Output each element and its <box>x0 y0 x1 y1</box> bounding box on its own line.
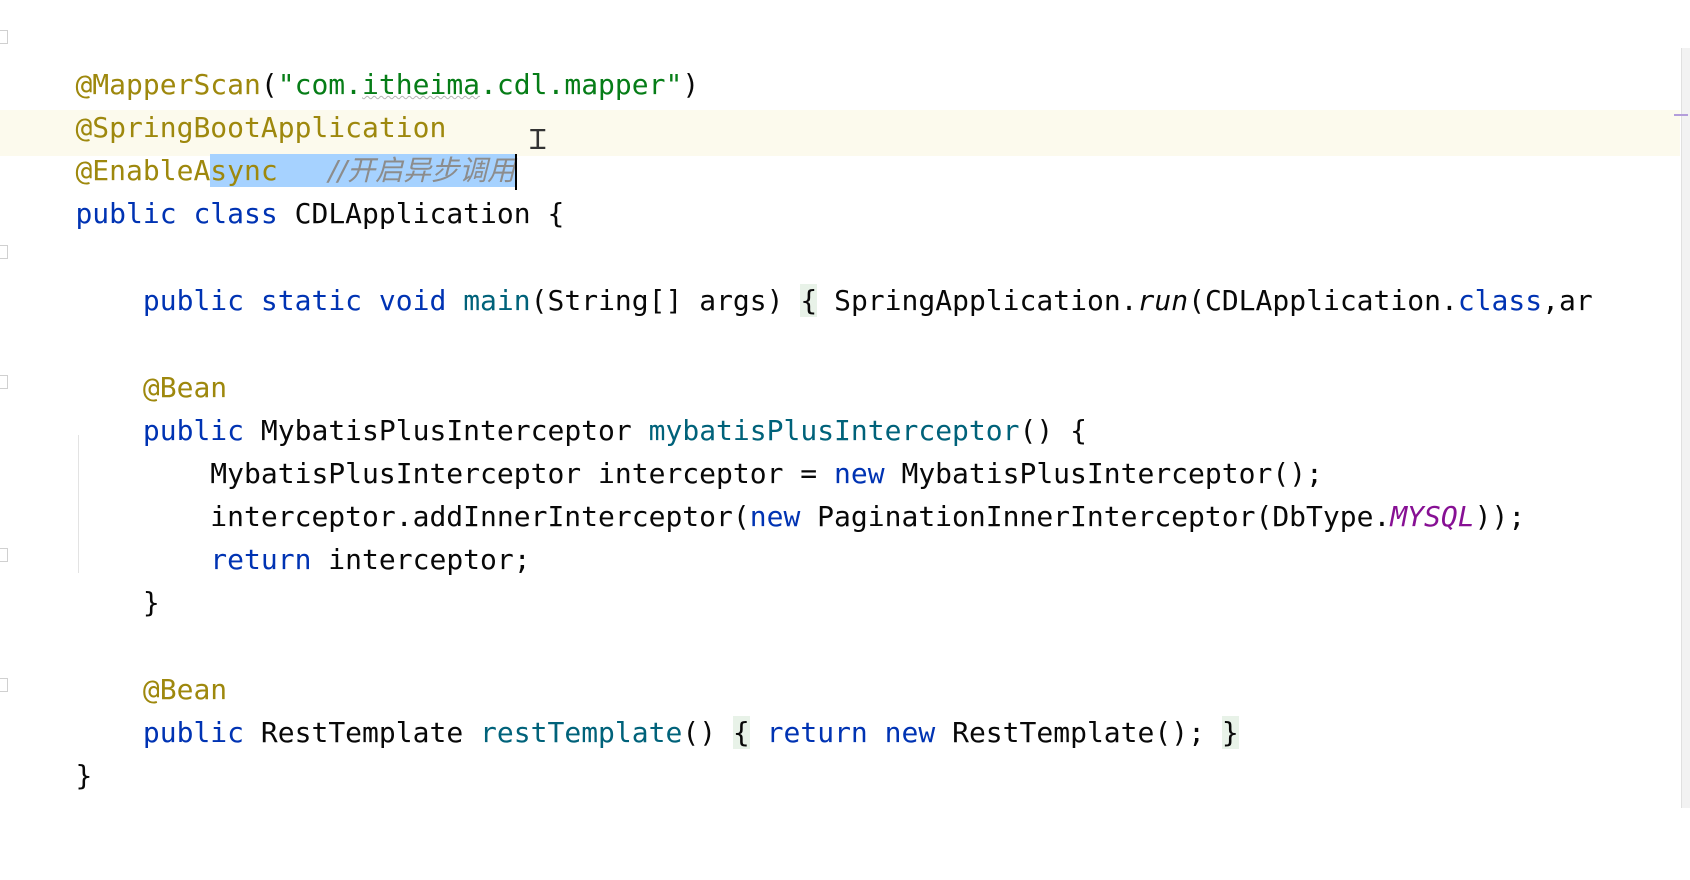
statement-text-end: )); <box>1474 500 1526 533</box>
vertical-scrollbar[interactable] <box>1681 48 1690 808</box>
keyword-static: static <box>260 284 363 317</box>
brace-close: } <box>142 586 160 619</box>
string-literal-end: .cdl.mapper" <box>480 68 683 101</box>
method-resttemplate: restTemplate <box>480 716 683 749</box>
fold-marker-icon[interactable] <box>0 245 8 259</box>
class-name: CDLApplication <box>294 197 531 230</box>
keyword-class: class <box>193 197 278 230</box>
code-line-10[interactable]: return interceptor; <box>8 491 530 576</box>
code-line-11[interactable]: } <box>8 534 160 619</box>
fold-marker-icon[interactable] <box>0 375 8 389</box>
return-type: RestTemplate <box>244 716 481 749</box>
call-prefix: SpringApplication. <box>834 284 1138 317</box>
fold-marker-icon[interactable] <box>0 548 8 562</box>
brace-close: } <box>75 759 93 792</box>
fold-marker-icon[interactable] <box>0 30 8 44</box>
scrollbar-caret-marker <box>1674 114 1688 116</box>
code-line-2[interactable]: @SpringBootApplication <box>8 59 446 144</box>
brace-open: { <box>547 197 565 230</box>
keyword-new: new <box>749 500 801 533</box>
code-line-13[interactable]: public RestTemplate restTemplate() { ret… <box>8 664 1239 749</box>
return-value: interceptor; <box>311 543 531 576</box>
main-params: (String[] args) <box>530 284 784 317</box>
code-line-1[interactable]: @MapperScan("com.itheima.cdl.mapper") <box>8 16 699 101</box>
keyword-public: public <box>142 284 245 317</box>
call-method-run: run <box>1137 284 1189 317</box>
method-parens: () <box>682 716 733 749</box>
call-rest: ,ar <box>1542 284 1593 317</box>
keyword-public: public <box>142 716 245 749</box>
code-line-4[interactable]: public class CDLApplication { <box>8 145 564 230</box>
code-line-12[interactable]: @Bean <box>8 621 227 706</box>
keyword-class: class <box>1457 284 1543 317</box>
code-line-9[interactable]: interceptor.addInnerInterceptor(new Pagi… <box>8 448 1525 533</box>
keyword-new: new <box>884 716 936 749</box>
folded-brace[interactable]: { <box>800 284 818 317</box>
method-main: main <box>463 284 531 317</box>
statement-text: RestTemplate(); <box>935 716 1222 749</box>
paren-close: ) <box>682 68 700 101</box>
code-line-5[interactable]: public static void main(String[] args) {… <box>8 232 1593 317</box>
code-line-14[interactable]: } <box>8 707 92 792</box>
folded-brace-close[interactable]: } <box>1221 716 1239 749</box>
keyword-public: public <box>75 197 177 230</box>
code-editor[interactable]: @MapperScan("com.itheima.cdl.mapper") @S… <box>0 0 1690 880</box>
keyword-void: void <box>378 284 447 317</box>
fold-marker-icon[interactable] <box>0 678 8 692</box>
folded-brace-open[interactable]: { <box>732 716 750 749</box>
statement-text-mid: PaginationInnerInterceptor(DbType. <box>800 500 1391 533</box>
code-line-7[interactable]: public MybatisPlusInterceptor mybatisPlu… <box>8 362 1087 447</box>
code-line-8[interactable]: MybatisPlusInterceptor interceptor = new… <box>8 405 1323 490</box>
constant-mysql: MYSQL <box>1390 500 1475 533</box>
keyword-return: return <box>210 543 312 576</box>
code-line-6[interactable]: @Bean <box>8 319 227 404</box>
code-line-3[interactable]: @EnableAsync //开启异步调用 <box>8 102 518 190</box>
keyword-return: return <box>766 716 868 749</box>
call-args: (CDLApplication. <box>1188 284 1458 317</box>
